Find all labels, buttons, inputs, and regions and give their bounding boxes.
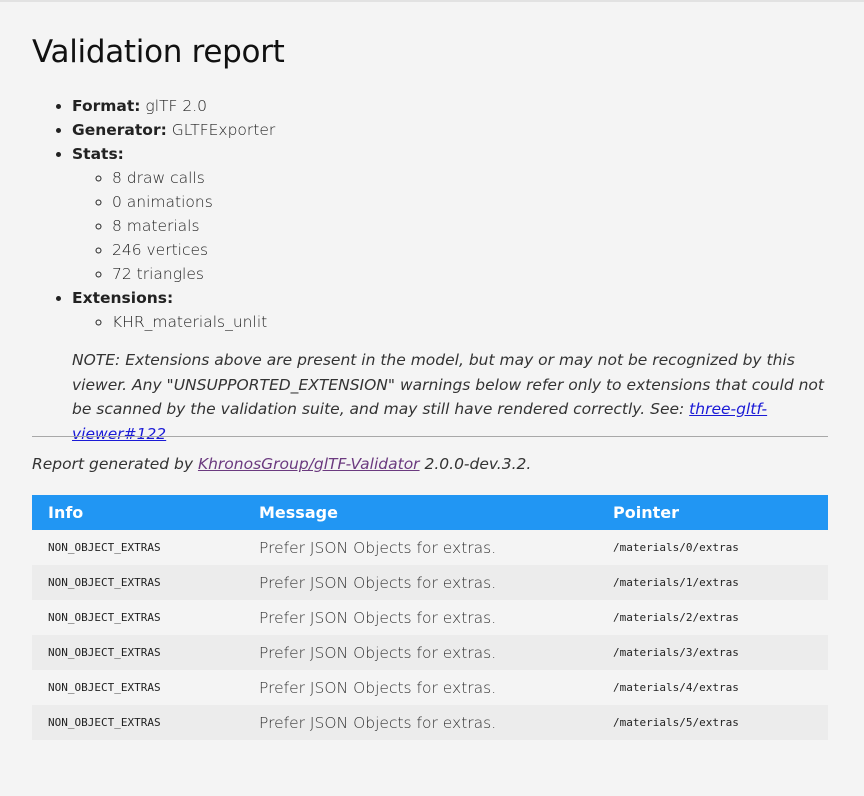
column-header-message: Message — [243, 495, 597, 530]
extension-item: KHR_materials_unlit — [112, 310, 275, 334]
issues-table: Info Message Pointer NON_OBJECT_EXTRAS P… — [32, 495, 828, 740]
cell-info: NON_OBJECT_EXTRAS — [32, 705, 243, 740]
table-row: NON_OBJECT_EXTRAS Prefer JSON Objects fo… — [32, 670, 828, 705]
stats-list: 8 draw calls 0 animations 8 materials 24… — [72, 166, 275, 286]
extensions-label: Extensions: — [72, 289, 174, 307]
cell-pointer: /materials/4/extras — [597, 670, 828, 705]
cell-info: NON_OBJECT_EXTRAS — [32, 635, 243, 670]
extensions-item: Extensions: KHR_materials_unlit — [72, 286, 275, 334]
cell-info: NON_OBJECT_EXTRAS — [32, 670, 243, 705]
stat-triangles: 72 triangles — [112, 262, 275, 286]
stats-item: Stats: 8 draw calls 0 animations 8 mater… — [72, 142, 275, 286]
table-row: NON_OBJECT_EXTRAS Prefer JSON Objects fo… — [32, 705, 828, 740]
column-header-info: Info — [32, 495, 243, 530]
divider — [32, 436, 828, 437]
page-title: Validation report — [32, 34, 285, 70]
cell-pointer: /materials/0/extras — [597, 530, 828, 565]
cell-info: NON_OBJECT_EXTRAS — [32, 565, 243, 600]
generated-prefix: Report generated by — [32, 455, 198, 473]
cell-message: Prefer JSON Objects for extras. — [243, 635, 597, 670]
cell-info: NON_OBJECT_EXTRAS — [32, 600, 243, 635]
page: { "title": "Validation report", "propert… — [0, 0, 864, 796]
report-properties: Format: glTF 2.0 Generator: GLTFExporter… — [32, 94, 275, 334]
generator-label: Generator: — [72, 121, 167, 139]
stat-animations: 0 animations — [112, 190, 275, 214]
table-row: NON_OBJECT_EXTRAS Prefer JSON Objects fo… — [32, 635, 828, 670]
cell-pointer: /materials/3/extras — [597, 635, 828, 670]
issues-table-body: NON_OBJECT_EXTRAS Prefer JSON Objects fo… — [32, 530, 828, 740]
report-generated-line: Report generated by KhronosGroup/glTF-Va… — [32, 455, 531, 473]
cell-message: Prefer JSON Objects for extras. — [243, 705, 597, 740]
cell-message: Prefer JSON Objects for extras. — [243, 670, 597, 705]
table-row: NON_OBJECT_EXTRAS Prefer JSON Objects fo… — [32, 565, 828, 600]
generator-item: Generator: GLTFExporter — [72, 118, 275, 142]
stat-vertices: 246 vertices — [112, 238, 275, 262]
table-row: NON_OBJECT_EXTRAS Prefer JSON Objects fo… — [32, 530, 828, 565]
issues-table-head: Info Message Pointer — [32, 495, 828, 530]
table-header-row: Info Message Pointer — [32, 495, 828, 530]
top-border — [0, 0, 864, 2]
format-value: glTF 2.0 — [145, 97, 207, 115]
extensions-list: KHR_materials_unlit — [72, 310, 275, 334]
generator-value: GLTFExporter — [171, 121, 276, 139]
table-row: NON_OBJECT_EXTRAS Prefer JSON Objects fo… — [32, 600, 828, 635]
format-item: Format: glTF 2.0 — [72, 94, 275, 118]
cell-pointer: /materials/1/extras — [597, 565, 828, 600]
stats-label: Stats: — [72, 145, 124, 163]
stat-materials: 8 materials — [112, 214, 275, 238]
generated-suffix: 2.0.0-dev.3.2. — [419, 455, 532, 473]
cell-pointer: /materials/2/extras — [597, 600, 828, 635]
cell-message: Prefer JSON Objects for extras. — [243, 600, 597, 635]
cell-pointer: /materials/5/extras — [597, 705, 828, 740]
cell-message: Prefer JSON Objects for extras. — [243, 565, 597, 600]
column-header-pointer: Pointer — [597, 495, 828, 530]
cell-info: NON_OBJECT_EXTRAS — [32, 530, 243, 565]
validator-link[interactable]: KhronosGroup/glTF-Validator — [198, 455, 420, 473]
cell-message: Prefer JSON Objects for extras. — [243, 530, 597, 565]
extensions-note: NOTE: Extensions above are present in th… — [72, 348, 842, 446]
stat-draw-calls: 8 draw calls — [112, 166, 275, 190]
format-label: Format: — [72, 97, 141, 115]
